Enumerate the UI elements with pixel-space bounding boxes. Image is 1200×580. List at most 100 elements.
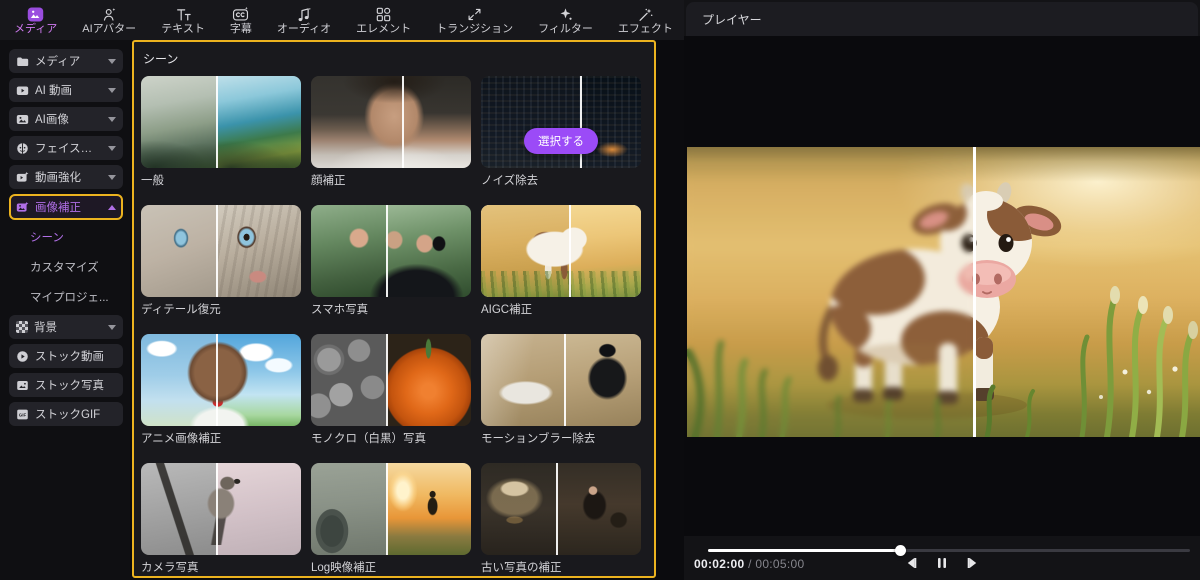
svg-text:GIF: GIF [19, 412, 27, 417]
before-after-thumb [141, 205, 301, 297]
sidebar-item-stock-video[interactable]: ストック動画 [9, 344, 123, 368]
sidebar-item-image-enhance[interactable]: 画像補正 [9, 194, 123, 220]
before-after-thumb-selected [481, 205, 641, 297]
tab-ai-avatar[interactable]: AIアバター [82, 6, 136, 35]
tab-captions[interactable]: 字幕 [230, 6, 252, 35]
tab-elements[interactable]: エレメント [356, 6, 411, 35]
sidebar-item-video-enhance[interactable]: 動画強化 [9, 165, 123, 189]
before-half [311, 205, 386, 297]
scene-card-camera-photo[interactable]: カメラ写真 [141, 463, 301, 575]
tab-audio[interactable]: オーディオ [277, 6, 331, 35]
scene-card-monochrome-photo[interactable]: モノクロ（白黒）写真 [311, 334, 471, 446]
ai-avatar-icon [101, 6, 118, 23]
compare-divider [386, 205, 388, 297]
after-half [402, 76, 471, 168]
scene-card-old-photo-restore[interactable]: 古い写真の補正 [481, 463, 641, 575]
card-label: スマホ写真 [311, 303, 471, 317]
before-after-thumb [481, 463, 641, 555]
sidebar-item-label: ストック動画 [35, 348, 104, 364]
scene-card-motion-blur-removal[interactable]: モーションブラー除去 [481, 334, 641, 446]
sidebar-item-ai-image[interactable]: AI画像 [9, 107, 123, 131]
scene-card-noise-removal[interactable]: 選択する ノイズ除去 [481, 76, 641, 188]
card-label: モノクロ（白黒）写真 [311, 432, 471, 446]
scene-card-general[interactable]: 一般 [141, 76, 301, 188]
time-current: 00:02:00 [694, 557, 744, 571]
compare-divider [556, 463, 558, 555]
tab-label: エフェクト [618, 24, 673, 35]
select-button[interactable]: 選択する [524, 128, 598, 154]
video-preview[interactable] [687, 147, 1200, 437]
before-after-thumb [141, 463, 301, 555]
tab-label: AIアバター [82, 24, 136, 35]
tab-transitions[interactable]: トランジション [436, 6, 513, 35]
next-frame-button[interactable] [965, 555, 981, 571]
scene-card-smartphone-photo[interactable]: スマホ写真 [311, 205, 471, 317]
sidebar-item-stock-photo[interactable]: ストック写真 [9, 373, 123, 397]
before-after-thumb: 選択する [481, 76, 641, 168]
sidebar-subitem-label: マイプロジェ... [30, 289, 109, 305]
faceswap-icon [16, 142, 29, 155]
sidebar-subitem-my-projects[interactable]: マイプロジェ... [9, 285, 123, 309]
sidebar-item-media[interactable]: メディア [9, 49, 123, 73]
before-after-thumb [311, 205, 471, 297]
tab-text[interactable]: テキスト [161, 6, 205, 35]
sidebar-item-faceswap[interactable]: フェイススワ... [9, 136, 123, 160]
seek-fill [708, 549, 901, 552]
scene-card-log-footage-enhance[interactable]: Log映像補正 [311, 463, 471, 575]
tab-effects[interactable]: エフェクト [618, 6, 673, 35]
card-label: Log映像補正 [311, 561, 471, 575]
tab-label: トランジション [436, 24, 513, 35]
card-label: 一般 [141, 174, 301, 188]
card-label: 古い写真の補正 [481, 561, 641, 575]
after-half [216, 463, 301, 555]
sidebar-item-label: 背景 [34, 319, 57, 335]
ai-image-icon [16, 113, 29, 126]
sidebar-item-label: AI画像 [35, 111, 69, 127]
compare-divider[interactable] [973, 147, 976, 437]
scene-card-detail-restore[interactable]: ディテール復元 [141, 205, 301, 317]
scene-card-aigc-enhance[interactable]: AIGC補正 [481, 205, 641, 317]
sidebar-item-ai-video[interactable]: AI 動画 [9, 78, 123, 102]
chevron-down-icon [108, 88, 116, 93]
section-title: シーン [143, 50, 654, 67]
sidebar-item-label: 動画強化 [35, 169, 81, 185]
compare-divider [216, 76, 218, 168]
before-blur-region [687, 147, 973, 437]
player-title: プレイヤー [702, 11, 762, 28]
card-label: カメラ写真 [141, 561, 301, 575]
after-half [386, 334, 471, 426]
pause-button[interactable] [934, 555, 950, 571]
tab-filters[interactable]: フィルター [538, 6, 593, 35]
chevron-down-icon [108, 175, 116, 180]
time-display: 00:02:00 / 00:05:00 [694, 557, 804, 571]
sidebar-subitem-customize[interactable]: カスタマイズ [9, 255, 123, 279]
elements-icon [375, 6, 392, 23]
sidebar-item-background[interactable]: 背景 [9, 315, 123, 339]
before-half [141, 334, 216, 426]
tab-label: 字幕 [230, 24, 252, 35]
scene-card-face-enhance[interactable]: 顔補正 [311, 76, 471, 188]
sidebar-item-label: AI 動画 [35, 82, 72, 98]
sidebar-item-stock-gif[interactable]: GIF ストックGIF [9, 402, 123, 426]
scene-panel: シーン 一般 顔補正 [132, 40, 656, 578]
card-label: ディテール復元 [141, 303, 301, 317]
pause-icon [934, 555, 950, 571]
sidebar-item-label: メディア [35, 53, 80, 69]
card-label: 顔補正 [311, 174, 471, 188]
sidebar-item-label: ストックGIF [35, 406, 100, 422]
before-half [141, 463, 216, 555]
prev-frame-button[interactable] [903, 555, 919, 571]
ai-video-icon [16, 84, 29, 97]
after-half [386, 205, 471, 297]
after-half [580, 76, 641, 168]
tab-label: オーディオ [277, 24, 331, 35]
after-half [564, 334, 641, 426]
sidebar-subitem-scene[interactable]: シーン [9, 225, 123, 249]
before-half [141, 76, 216, 168]
effects-icon [637, 6, 654, 23]
player-panel: プレイヤー [684, 0, 1200, 580]
scene-card-anime-image-enhance[interactable]: アニメ画像補正 [141, 334, 301, 446]
compare-divider [569, 205, 571, 297]
tab-media[interactable]: メディア [14, 6, 57, 35]
sidebar-subitem-label: シーン [30, 229, 64, 245]
